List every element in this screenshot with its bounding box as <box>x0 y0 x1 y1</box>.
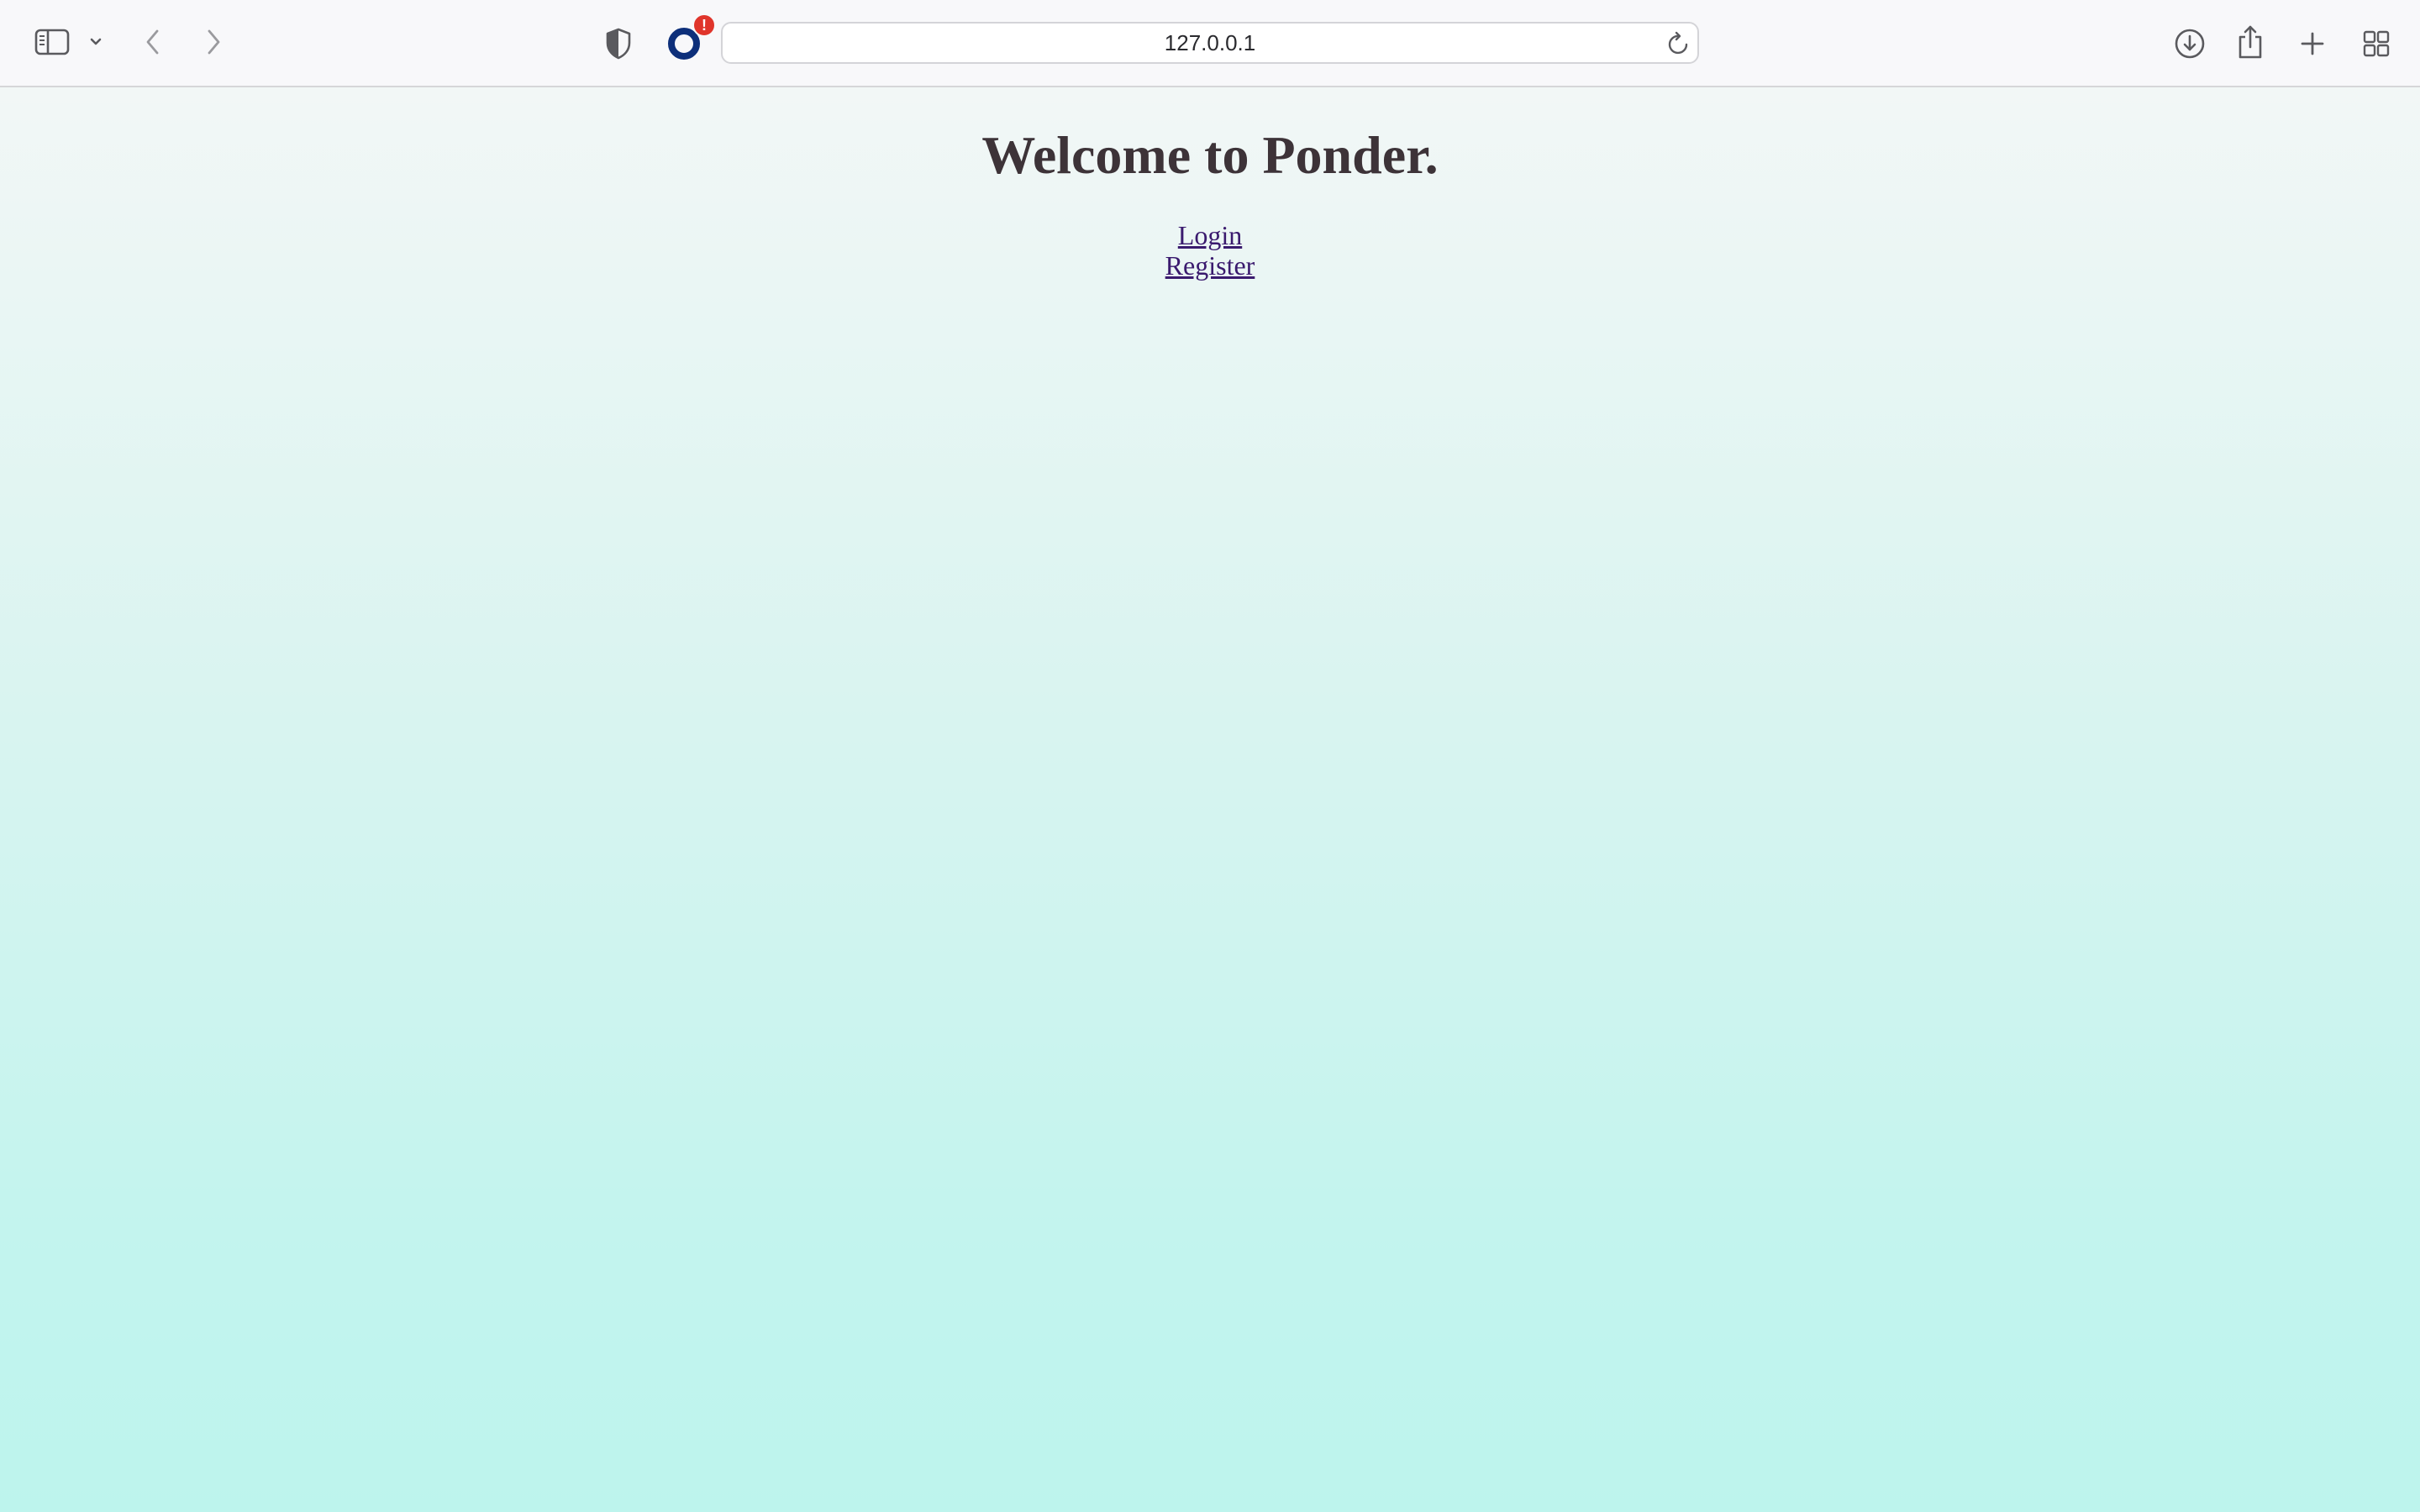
reload-icon[interactable] <box>1664 27 1694 60</box>
grid-icon[interactable] <box>2358 24 2395 64</box>
chevron-right-icon[interactable] <box>198 24 229 60</box>
download-icon[interactable] <box>2171 24 2208 64</box>
sidebar-icon[interactable] <box>30 24 74 60</box>
page-title: Welcome to Ponder. <box>981 125 1439 185</box>
auth-links: Login Register <box>0 220 2420 281</box>
address-text: 127.0.0.1 <box>1164 29 1256 55</box>
page-content: Welcome to Ponder. Login Register <box>0 87 2420 1512</box>
login-link[interactable]: Login <box>1178 220 1242 250</box>
extension-badge: ! <box>692 13 716 37</box>
shield-icon[interactable] <box>598 24 639 64</box>
browser-toolbar: ! 127.0.0.1 <box>0 0 2420 87</box>
chevron-left-icon[interactable] <box>138 24 168 60</box>
chevron-down-icon[interactable] <box>86 30 106 54</box>
plus-icon[interactable] <box>2296 24 2329 64</box>
address-bar[interactable]: 127.0.0.1 <box>721 22 1699 64</box>
register-link[interactable]: Register <box>1165 250 1255 281</box>
share-icon[interactable] <box>2233 20 2267 64</box>
